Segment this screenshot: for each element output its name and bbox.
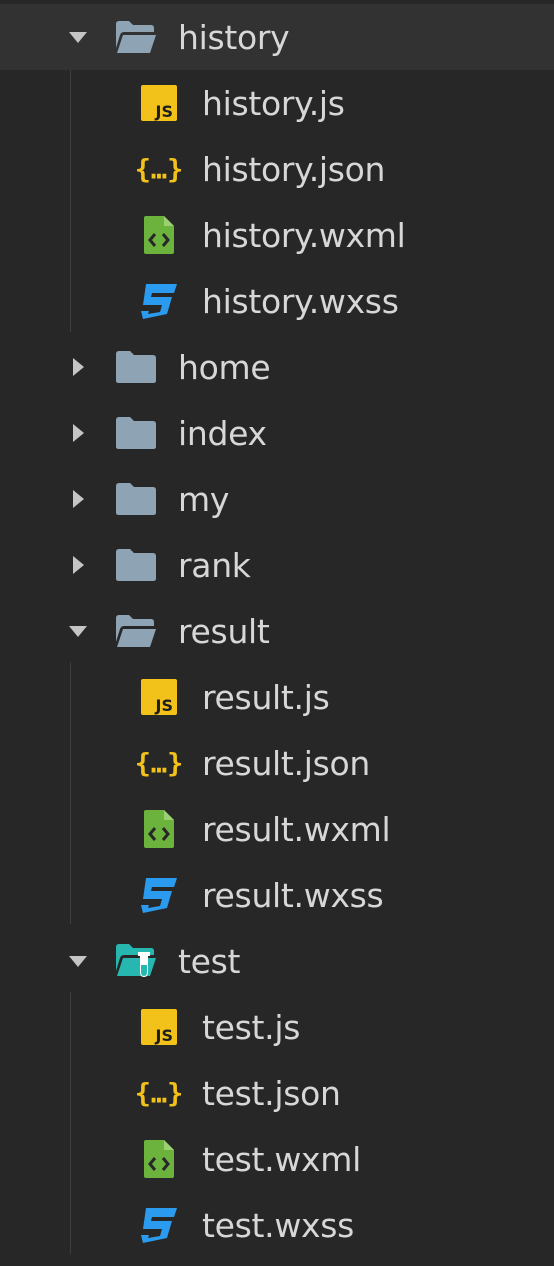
svg-text:JS: JS	[155, 1026, 173, 1045]
test-folder-open-icon	[115, 943, 157, 979]
wxss-file-icon	[135, 875, 183, 915]
folder-closed-icon	[115, 415, 157, 451]
file-row-test-wxml[interactable]: test.wxml	[0, 1126, 554, 1192]
folder-closed-icon	[115, 481, 157, 517]
json-file-icon: {…}	[135, 149, 183, 189]
chevron-right-icon[interactable]	[66, 553, 90, 577]
folder-label: home	[178, 347, 271, 387]
file-row-result-json[interactable]: {…} result.json	[0, 730, 554, 796]
file-row-history-js[interactable]: JS history.js	[0, 70, 554, 136]
folder-label: index	[178, 413, 267, 453]
svg-text:{…}: {…}	[135, 749, 183, 780]
json-file-icon: {…}	[135, 1073, 183, 1113]
js-file-icon: JS	[135, 677, 183, 717]
js-file-icon: JS	[135, 83, 183, 123]
folder-label: my	[178, 479, 230, 519]
file-label: history.json	[202, 149, 386, 189]
folder-label: rank	[178, 545, 251, 585]
chevron-right-icon[interactable]	[66, 421, 90, 445]
folder-row-history[interactable]: history	[0, 4, 554, 70]
wxss-file-icon	[135, 281, 183, 321]
folder-row-rank[interactable]: rank	[0, 532, 554, 598]
file-label: result.json	[202, 743, 371, 783]
file-row-history-wxss[interactable]: history.wxss	[0, 268, 554, 334]
file-label: test.wxss	[202, 1205, 355, 1245]
folder-closed-icon	[115, 349, 157, 385]
file-label: result.wxml	[202, 809, 391, 849]
folder-label: history	[178, 17, 290, 57]
folder-closed-icon	[115, 547, 157, 583]
js-file-icon: JS	[135, 1007, 183, 1047]
file-label: history.wxss	[202, 281, 399, 321]
folder-row-result[interactable]: result	[0, 598, 554, 664]
json-file-icon: {…}	[135, 743, 183, 783]
file-row-test-wxss[interactable]: test.wxss	[0, 1192, 554, 1258]
folder-row-test[interactable]: test	[0, 928, 554, 994]
svg-text:JS: JS	[155, 696, 173, 715]
svg-text:{…}: {…}	[135, 1079, 183, 1110]
folder-open-icon	[115, 613, 157, 649]
file-row-history-json[interactable]: {…} history.json	[0, 136, 554, 202]
folder-open-icon	[115, 19, 157, 55]
chevron-down-icon[interactable]	[66, 619, 90, 643]
file-label: history.wxml	[202, 215, 406, 255]
file-label: test.json	[202, 1073, 341, 1113]
file-row-test-json[interactable]: {…} test.json	[0, 1060, 554, 1126]
chevron-down-icon[interactable]	[66, 25, 90, 49]
folder-row-my[interactable]: my	[0, 466, 554, 532]
wxml-file-icon	[135, 1139, 183, 1179]
file-label: test.js	[202, 1007, 301, 1047]
file-row-result-js[interactable]: JS result.js	[0, 664, 554, 730]
file-label: history.js	[202, 83, 345, 123]
folder-row-index[interactable]: index	[0, 400, 554, 466]
wxss-file-icon	[135, 1205, 183, 1245]
wxml-file-icon	[135, 215, 183, 255]
file-label: result.wxss	[202, 875, 384, 915]
file-row-result-wxml[interactable]: result.wxml	[0, 796, 554, 862]
file-label: result.js	[202, 677, 330, 717]
folder-label: result	[178, 611, 270, 651]
file-row-result-wxss[interactable]: result.wxss	[0, 862, 554, 928]
file-label: test.wxml	[202, 1139, 361, 1179]
chevron-down-icon[interactable]	[66, 949, 90, 973]
svg-text:JS: JS	[155, 102, 173, 121]
folder-label: test	[178, 941, 241, 981]
chevron-right-icon[interactable]	[66, 355, 90, 379]
chevron-right-icon[interactable]	[66, 487, 90, 511]
folder-row-home[interactable]: home	[0, 334, 554, 400]
svg-text:{…}: {…}	[135, 155, 183, 186]
wxml-file-icon	[135, 809, 183, 849]
file-row-history-wxml[interactable]: history.wxml	[0, 202, 554, 268]
file-explorer-tree: history JS history.js {…} history.json h…	[0, 0, 554, 1266]
file-row-test-js[interactable]: JS test.js	[0, 994, 554, 1060]
